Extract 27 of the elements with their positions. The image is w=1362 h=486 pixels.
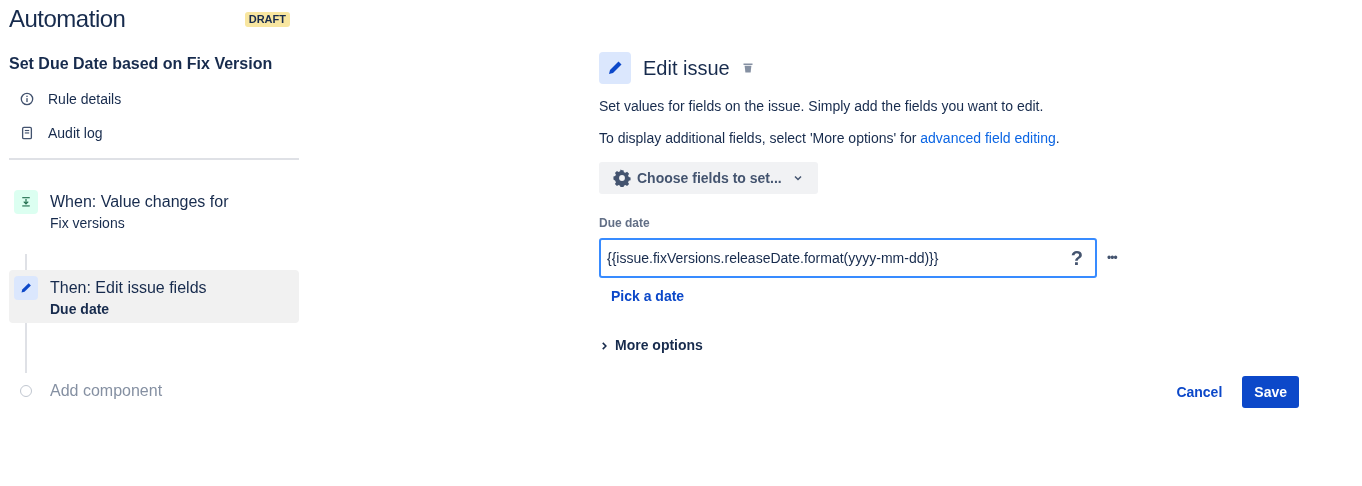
advanced-editing-link[interactable]: advanced field editing (920, 130, 1056, 146)
field-label: Due date (599, 215, 651, 232)
save-button[interactable]: Save (1242, 376, 1299, 408)
document-icon (20, 126, 34, 140)
status-badge: DRAFT (244, 11, 290, 27)
description-text: Set values for fields on the issue. Simply add the fields you want to edit. (599, 97, 1045, 116)
rule-component[interactable]: Then: Edit issue fields Due date (9, 270, 299, 323)
chevron-icon (599, 340, 609, 351)
pick-date-link[interactable]: Pick a date (611, 286, 685, 307)
due-date-field[interactable]: {{issue.fixVersions.releaseDate.format(yyyy-mm-dd)}} ? (599, 238, 1097, 278)
info-icon (20, 92, 34, 106)
cancel-button[interactable]: Cancel (1166, 376, 1233, 408)
editor-title: Edit issue (643, 56, 730, 81)
trigger-icon (14, 190, 38, 214)
settings-icon (613, 169, 631, 187)
delete-icon[interactable] (741, 62, 754, 74)
choose-fields-button[interactable]: Choose fields to set... (599, 162, 818, 194)
edit-icon (599, 52, 631, 84)
help-button[interactable]: ? (1064, 243, 1089, 273)
page-title: Automation (9, 4, 126, 34)
hint-text: To display additional fields, select 'More options' for advanced field editing. (599, 129, 1061, 148)
more-options-toggle[interactable]: More options (599, 335, 703, 356)
more-actions-button[interactable]: ••• (1105, 249, 1119, 267)
sidebar-link[interactable]: Rule details (9, 82, 300, 116)
rule-name: Set Due Date based on Fix Version (9, 54, 274, 74)
edit-icon (14, 276, 38, 300)
sidebar-link[interactable]: Audit log (9, 116, 300, 150)
